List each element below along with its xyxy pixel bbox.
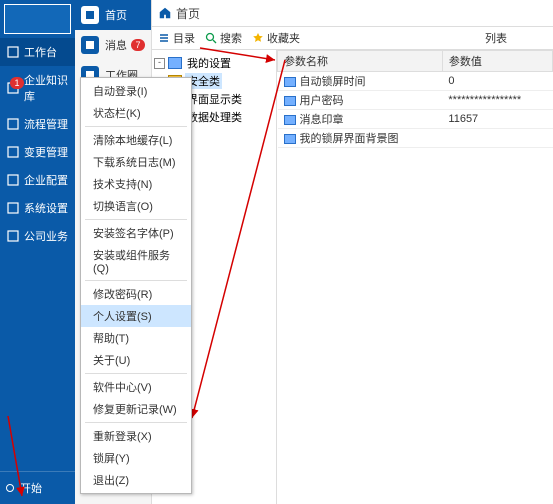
context-menu-item[interactable]: 安装签名字体(P) [81,222,191,244]
toolbar-catalog[interactable]: 目录 [158,30,195,46]
menu-item[interactable]: 首页 [75,0,151,30]
nav-book[interactable]: 1企业知识库 [0,66,75,110]
context-menu: 自动登录(I)状态栏(K) 清除本地缓存(L)下载系统日志(M)技术支持(N)切换… [80,77,192,494]
context-menu-item[interactable]: 重新登录(X) [81,425,191,447]
gear-icon [6,201,20,215]
context-menu-item[interactable]: 清除本地缓存(L) [81,129,191,151]
context-menu-item[interactable]: 关于(U) [81,349,191,371]
change-icon [6,145,20,159]
nav-flow[interactable]: 流程管理 [0,110,75,138]
context-menu-item[interactable]: 安装或组件服务(Q) [81,244,191,278]
search-icon [205,32,217,44]
nav-plus[interactable]: 公司业务 [0,222,75,250]
grid-header-name[interactable]: 参数名称 [278,51,443,72]
star-icon [252,32,264,44]
toolbar-list[interactable]: 列表 [485,30,507,46]
toolbar-search[interactable]: 搜索 [205,30,242,46]
book-icon: 1 [6,81,20,95]
start-icon [6,484,14,492]
row-icon [284,134,296,144]
nav-config[interactable]: 企业配置 [0,166,75,194]
nav-gear[interactable]: 系统设置 [0,194,75,222]
grid-row[interactable]: 自动锁屏时间0 [278,72,553,91]
menu-icon [81,6,99,24]
context-menu-item[interactable]: 状态栏(K) [81,102,191,124]
home-icon [158,6,172,20]
grid-row[interactable]: 我的锁屏界面背景图 [278,129,553,148]
nav-change[interactable]: 变更管理 [0,138,75,166]
context-menu-item[interactable]: 锁屏(Y) [81,447,191,469]
grid-pane: 参数名称 参数值 自动锁屏时间0用户密码*****************消息印… [277,50,553,504]
row-icon [284,96,296,106]
tree-root[interactable]: -我的设置 [154,54,274,72]
menu-icon [81,36,99,54]
plus-icon [6,229,20,243]
app-logo [4,4,71,34]
row-icon [284,77,296,87]
folder-icon [6,45,20,59]
list-icon [158,32,170,44]
tab-title: 首页 [176,5,200,22]
context-menu-item[interactable]: 自动登录(I) [81,80,191,102]
context-menu-item[interactable]: 下载系统日志(M) [81,151,191,173]
context-menu-item[interactable]: 修复更新记录(W) [81,398,191,420]
tab-bar: 首页 [152,0,553,27]
context-menu-item[interactable]: 软件中心(V) [81,376,191,398]
context-menu-item[interactable]: 修改密码(R) [81,283,191,305]
grid-row[interactable]: 用户密码***************** [278,91,553,110]
nav-folder[interactable]: 工作台 [0,38,75,66]
menu-item[interactable]: 消息7 [75,30,151,60]
config-icon [6,173,20,187]
context-menu-item[interactable]: 退出(Z) [81,469,191,491]
row-icon [284,115,296,125]
flow-icon [6,117,20,131]
context-menu-item[interactable]: 帮助(T) [81,327,191,349]
context-menu-item[interactable]: 切换语言(O) [81,195,191,217]
start-label: 开始 [20,480,42,496]
context-menu-item[interactable]: 技术支持(N) [81,173,191,195]
grid-row[interactable]: 消息印章11657 [278,110,553,129]
grid-header-value[interactable]: 参数值 [442,51,552,72]
start-button[interactable]: 开始 [0,471,75,504]
context-menu-item[interactable]: 个人设置(S) [81,305,191,327]
toolbar-favorite[interactable]: 收藏夹 [252,30,300,46]
